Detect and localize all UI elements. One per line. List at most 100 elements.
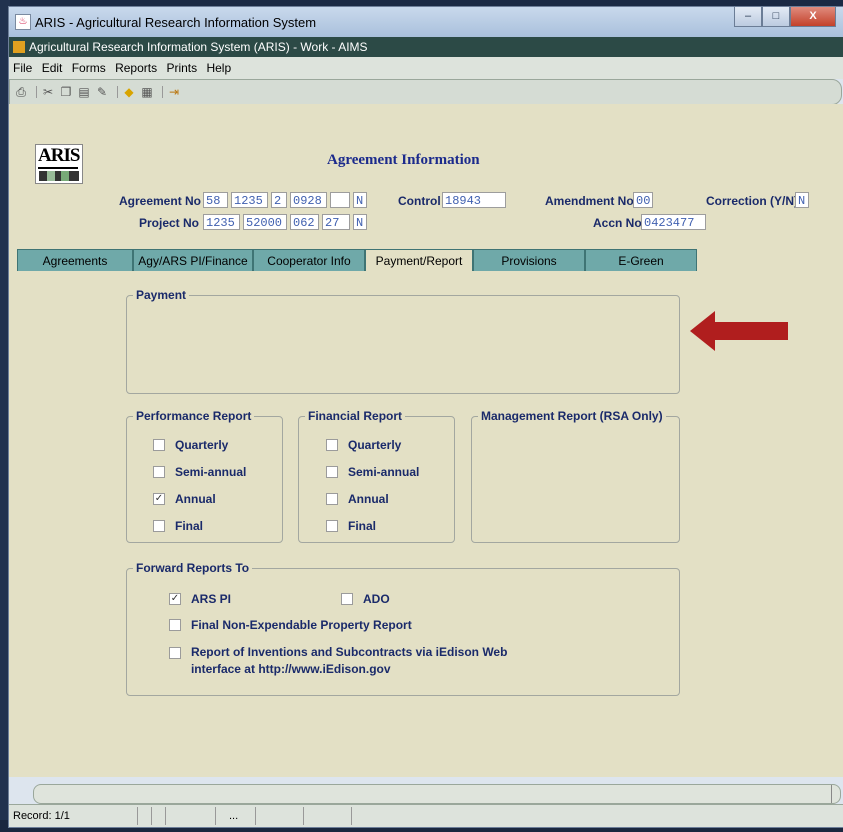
forward-reports-group: Forward Reports To ✓ ARS PI ADO Final Non… (126, 561, 680, 696)
form-header: ARIS Agreement Information Agreement No … (9, 104, 843, 249)
copy-icon[interactable]: ❐ (59, 85, 73, 99)
toolbar-separator (36, 86, 37, 98)
inventions-checkbox[interactable] (169, 647, 181, 659)
app-window: ♨ ARIS - Agricultural Research Informati… (8, 6, 843, 828)
performance-semi-annual-checkbox[interactable] (153, 466, 165, 478)
menu-file[interactable]: File (13, 61, 32, 75)
financial-annual-checkbox[interactable] (326, 493, 338, 505)
print-icon[interactable]: ⎙ (14, 85, 28, 99)
performance-quarterly-label: Quarterly (175, 438, 229, 452)
agreement-no-part3[interactable]: 2 (271, 192, 287, 208)
form-title: Agreement Information (327, 152, 480, 168)
agreement-no-part6[interactable]: N (353, 192, 367, 208)
logo-image (39, 171, 79, 181)
menu-prints[interactable]: Prints (166, 61, 197, 75)
ado-checkbox[interactable] (341, 593, 353, 605)
tab-provisions[interactable]: Provisions (473, 249, 585, 271)
cut-icon[interactable]: ✂ (41, 85, 55, 99)
property-report-label: Final Non-Expendable Property Report (191, 618, 412, 632)
query-icon[interactable]: ◆ (122, 85, 136, 99)
ado-label: ADO (363, 592, 390, 606)
payment-legend: Payment (133, 288, 190, 302)
close-button[interactable]: X (790, 7, 836, 27)
record-status: Record: 1/1 (13, 810, 70, 822)
performance-quarterly-checkbox[interactable] (153, 439, 165, 451)
edit-icon[interactable]: ✎ (95, 85, 109, 99)
horizontal-scrollbar[interactable] (33, 784, 841, 804)
financial-semi-annual-option[interactable]: Semi-annual (326, 465, 419, 479)
logo-text: ARIS (38, 145, 80, 166)
management-report-group: Management Report (RSA Only) (471, 409, 680, 543)
performance-final-label: Final (175, 519, 204, 533)
financial-quarterly-label: Quarterly (348, 438, 402, 452)
status-cell (137, 807, 138, 825)
financial-quarterly-checkbox[interactable] (326, 439, 338, 451)
ars-pi-label: ARS PI (191, 592, 232, 606)
inventions-option[interactable]: Report of Inventions and Subcontracts vi… (169, 644, 549, 678)
project-no-part1[interactable]: 1235 (203, 214, 240, 230)
performance-report-group: Performance Report Quarterly Semi-annual… (126, 409, 283, 543)
exit-icon[interactable]: ⇥ (167, 85, 181, 99)
status-cell (303, 807, 304, 825)
aris-app-icon (13, 41, 25, 53)
menu-help[interactable]: Help (206, 61, 231, 75)
status-ellipsis: ... (229, 810, 239, 822)
amendment-no-label: Amendment No (545, 194, 634, 208)
execute-query-icon[interactable]: ▦ (140, 85, 154, 99)
tab-agy-ars-pi-finance[interactable]: Agy/ARS PI/Finance (133, 249, 253, 271)
toolbar: ⎙ ✂ ❐ ▤ ✎ ◆ ▦ ⇥ (9, 79, 842, 105)
control-field[interactable]: 18943 (442, 192, 506, 208)
property-report-checkbox[interactable] (169, 619, 181, 631)
tab-agreements[interactable]: Agreements (17, 249, 133, 271)
performance-report-legend: Performance Report (133, 409, 255, 423)
menu-reports[interactable]: Reports (115, 61, 157, 75)
performance-final-checkbox[interactable] (153, 520, 165, 532)
logo-underline (38, 167, 78, 169)
agreement-no-part1[interactable]: 58 (203, 192, 228, 208)
inventions-label: Report of Inventions and Subcontracts vi… (190, 645, 508, 676)
tab-payment-report[interactable]: Payment/Report (365, 249, 473, 271)
financial-semi-annual-label: Semi-annual (348, 465, 420, 479)
toolbar-separator (162, 86, 163, 98)
project-no-part2[interactable]: 52000 (243, 214, 287, 230)
agreement-no-part4[interactable]: 0928 (290, 192, 327, 208)
tab-cooperator-info[interactable]: Cooperator Info (253, 249, 365, 271)
aris-logo: ARIS (35, 144, 83, 184)
accn-no-field[interactable]: 0423477 (641, 214, 706, 230)
minimize-button[interactable]: – (734, 7, 762, 27)
menu-bar: File Edit Forms Reports Prints Help (9, 57, 843, 79)
financial-semi-annual-checkbox[interactable] (326, 466, 338, 478)
menu-edit[interactable]: Edit (42, 61, 63, 75)
status-cell (165, 807, 166, 825)
project-no-part5[interactable]: N (353, 214, 367, 230)
financial-report-legend: Financial Report (305, 409, 406, 423)
amendment-no-field[interactable]: 00 (633, 192, 653, 208)
project-no-part3[interactable]: 062 (290, 214, 319, 230)
performance-semi-annual-label: Semi-annual (175, 465, 247, 479)
financial-final-checkbox[interactable] (326, 520, 338, 532)
performance-annual-option[interactable]: ✓ Annual (153, 492, 216, 506)
financial-quarterly-option[interactable]: Quarterly (326, 438, 401, 452)
status-cell (351, 807, 352, 825)
maximize-button[interactable]: □ (762, 7, 790, 27)
project-no-part4[interactable]: 27 (322, 214, 350, 230)
financial-annual-option[interactable]: Annual (326, 492, 389, 506)
performance-final-option[interactable]: Final (153, 519, 203, 533)
project-no-label: Project No (139, 216, 200, 230)
performance-annual-checkbox[interactable]: ✓ (153, 493, 165, 505)
agreement-no-label: Agreement No (119, 194, 202, 208)
menu-forms[interactable]: Forms (72, 61, 106, 75)
ado-option[interactable]: ADO (341, 592, 390, 606)
performance-quarterly-option[interactable]: Quarterly (153, 438, 228, 452)
agreement-no-part5[interactable] (330, 192, 350, 208)
toolbar-separator (117, 86, 118, 98)
ars-pi-option[interactable]: ✓ ARS PI (169, 592, 231, 606)
tab-e-green[interactable]: E-Green (585, 249, 697, 271)
performance-semi-annual-option[interactable]: Semi-annual (153, 465, 246, 479)
paste-icon[interactable]: ▤ (77, 85, 91, 99)
financial-final-option[interactable]: Final (326, 519, 376, 533)
ars-pi-checkbox[interactable]: ✓ (169, 593, 181, 605)
agreement-no-part2[interactable]: 1235 (231, 192, 268, 208)
property-report-option[interactable]: Final Non-Expendable Property Report (169, 618, 412, 632)
correction-field[interactable]: N (795, 192, 809, 208)
